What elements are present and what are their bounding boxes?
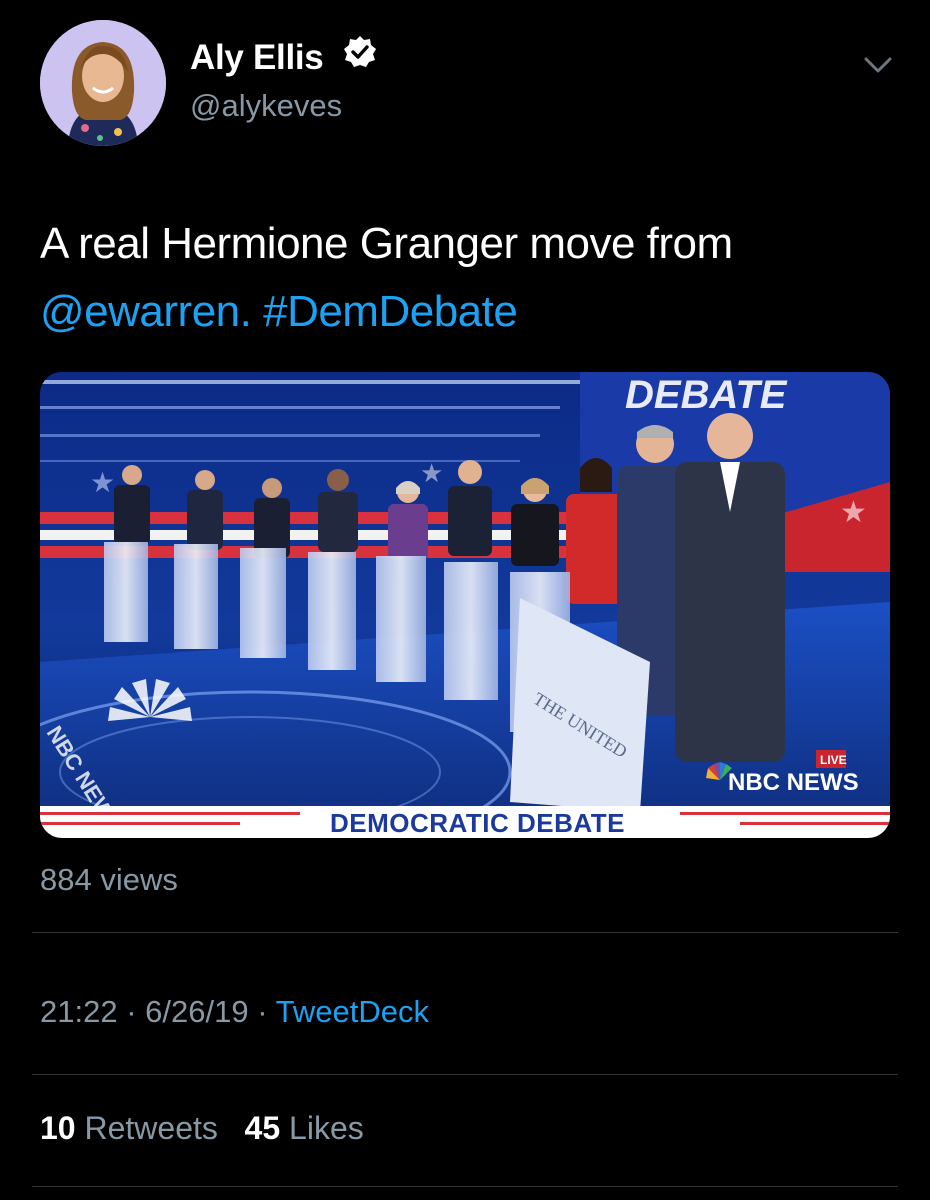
svg-text:★: ★ [90, 467, 115, 498]
svg-text:★: ★ [840, 496, 867, 529]
author-name[interactable]: Aly Ellis [190, 35, 377, 81]
tweet-text-line: A real Hermione Granger move from [40, 219, 733, 268]
divider [32, 932, 898, 933]
verified-badge-icon [343, 35, 377, 78]
meta-separator: · [257, 994, 268, 1029]
chevron-down-icon[interactable] [860, 50, 896, 80]
divider [32, 1074, 898, 1075]
divider [32, 1186, 898, 1187]
mention-link[interactable]: @ewarren. [40, 287, 252, 336]
debate-sign-text: DEBATE [625, 373, 788, 417]
retweets-stat[interactable]: 10 Retweets [40, 1110, 218, 1146]
likes-label: Likes [289, 1110, 364, 1146]
debate-stage-image: DEBATE ★ ★ ★ NBC NEWS THE UNITED LIVE NB… [40, 372, 890, 838]
avatar[interactable] [40, 20, 166, 146]
meta-separator: · [126, 994, 137, 1029]
tweet-time: 21:22 [40, 994, 118, 1029]
tweet-source-link[interactable]: TweetDeck [276, 994, 429, 1029]
author-handle[interactable]: @alykeves [190, 88, 342, 124]
likes-count: 45 [244, 1110, 281, 1146]
view-count: 884 views [40, 862, 178, 897]
nbc-news-logo: NBC NEWS [728, 769, 859, 796]
retweets-count: 10 [40, 1110, 76, 1146]
tweet-stats: 10 Retweets 45 Likes [40, 1110, 364, 1147]
author-name-text: Aly Ellis [190, 38, 324, 77]
profile-photo-icon [40, 20, 166, 146]
retweets-label: Retweets [84, 1110, 218, 1146]
tweet-media-video[interactable]: DEBATE ★ ★ ★ NBC NEWS THE UNITED LIVE NB… [40, 372, 890, 838]
live-badge: LIVE [820, 753, 847, 767]
svg-text:★: ★ [420, 458, 443, 488]
likes-stat[interactable]: 45 Likes [245, 1110, 364, 1146]
tweet-meta: 21:22 · 6/26/19 · TweetDeck [40, 994, 429, 1030]
hashtag-link[interactable]: #DemDebate [263, 287, 518, 336]
tweet-date: 6/26/19 [145, 994, 249, 1029]
banner-text: DEMOCRATIC DEBATE [330, 808, 625, 838]
tweet-text: A real Hermione Granger move from @ewarr… [40, 210, 900, 346]
